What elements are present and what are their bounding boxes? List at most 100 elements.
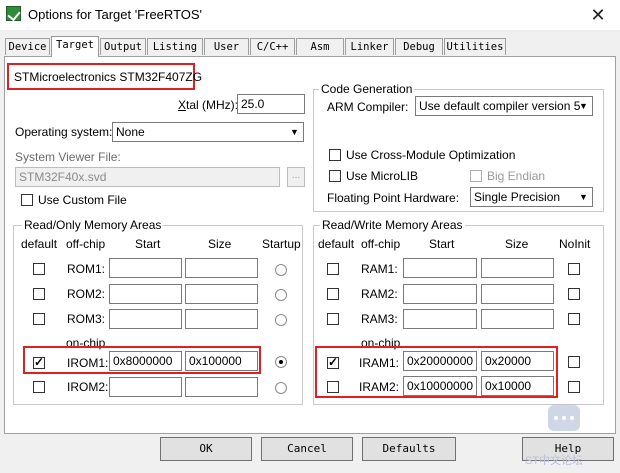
tab-c-cpp[interactable]: C/C++: [250, 38, 295, 55]
ram-header-default: default: [318, 237, 355, 251]
ram3-label: RAM3:: [361, 312, 398, 326]
close-icon[interactable]: ✕: [576, 0, 620, 30]
iram1-start-input[interactable]: 0x20000000: [403, 351, 477, 371]
iram1-size-input[interactable]: 0x20000: [481, 351, 554, 371]
defaults-button[interactable]: Defaults: [362, 437, 456, 461]
irom2-startup-radio[interactable]: [275, 382, 287, 394]
iram2-label: IRAM2:: [359, 380, 400, 394]
watermark-chat-icon: [548, 405, 580, 431]
watermark-text: ST中文论坛: [525, 455, 584, 467]
iram2-size-input[interactable]: 0x10000: [481, 376, 554, 396]
ram-header-start: Start: [429, 237, 455, 251]
rom1-default-checkbox[interactable]: [33, 263, 45, 275]
tab-listing[interactable]: Listing: [147, 38, 203, 55]
ram1-noinit-checkbox[interactable]: [568, 263, 580, 275]
tab-user[interactable]: User: [204, 38, 249, 55]
rom-title: Read/Only Memory Areas: [22, 218, 164, 232]
rom3-start-input[interactable]: [109, 309, 182, 329]
rom3-startup-radio[interactable]: [275, 314, 287, 326]
compiler-select-value: Use default compiler version 5: [419, 99, 581, 113]
ram-title: Read/Write Memory Areas: [320, 218, 465, 232]
rom3-label: ROM3:: [67, 312, 106, 326]
fp-select-value: Single Precision: [474, 190, 561, 204]
irom1-label: IROM1:: [67, 356, 109, 370]
iram1-default-checkbox[interactable]: [327, 355, 339, 369]
irom1-size-input[interactable]: 0x100000: [185, 351, 258, 371]
fp-select[interactable]: Single Precision ▼: [470, 187, 593, 207]
tab-target[interactable]: Target: [51, 36, 99, 57]
iram2-noinit-checkbox[interactable]: [568, 381, 580, 393]
ram-header-offchip: off-chip: [361, 237, 401, 251]
rom-header-offchip: off-chip: [66, 237, 106, 251]
ram2-noinit-checkbox[interactable]: [568, 288, 580, 300]
svf-label: System Viewer File:: [15, 150, 121, 164]
ram1-start-input[interactable]: [403, 258, 477, 278]
ram3-noinit-checkbox[interactable]: [568, 313, 580, 325]
iram2-default-checkbox[interactable]: [327, 381, 339, 393]
tab-output[interactable]: Output: [100, 38, 146, 55]
rom2-size-input[interactable]: [185, 284, 258, 304]
os-select-value: None: [116, 125, 145, 139]
irom2-start-input[interactable]: [109, 377, 182, 397]
ram-header-noinit: NoInit: [559, 237, 591, 251]
ram3-start-input[interactable]: [403, 309, 477, 329]
irom1-start-input[interactable]: 0x8000000: [109, 351, 182, 371]
cross-module-checkbox[interactable]: [329, 149, 341, 161]
cancel-button[interactable]: Cancel: [261, 437, 353, 461]
rom2-start-input[interactable]: [109, 284, 182, 304]
svf-browse-button: ...: [287, 167, 305, 187]
ok-button[interactable]: OK: [160, 437, 252, 461]
iram2-start-input[interactable]: 0x10000000: [403, 376, 477, 396]
chevron-down-icon: ▼: [290, 127, 299, 137]
ram3-size-input[interactable]: [481, 309, 554, 329]
rom2-default-checkbox[interactable]: [33, 288, 45, 300]
microlib-label: Use MicroLIB: [346, 169, 419, 183]
rom3-default-checkbox[interactable]: [33, 313, 45, 325]
rom1-size-input[interactable]: [185, 258, 258, 278]
rom1-start-input[interactable]: [109, 258, 182, 278]
iram1-label: IRAM1:: [359, 356, 400, 370]
tab-asm[interactable]: Asm: [296, 38, 344, 55]
tab-device[interactable]: Device: [5, 38, 50, 55]
compiler-select[interactable]: Use default compiler version 5 ▼: [415, 96, 593, 116]
irom2-size-input[interactable]: [185, 377, 258, 397]
watermark-dot: [562, 416, 566, 420]
xtal-label: Xtal (MHz):: [178, 98, 238, 112]
ram2-label: RAM2:: [361, 287, 398, 301]
big-endian-label: Big Endian: [487, 169, 546, 183]
rom2-label: ROM2:: [67, 287, 106, 301]
os-select[interactable]: None ▼: [112, 122, 304, 142]
rom-header-startup: Startup: [262, 237, 301, 251]
watermark-dot: [554, 416, 558, 420]
iram1-noinit-checkbox[interactable]: [568, 356, 580, 368]
os-label: Operating system:: [15, 125, 113, 139]
code-generation-title: Code Generation: [319, 82, 415, 96]
ram3-default-checkbox[interactable]: [327, 313, 339, 325]
ram1-size-input[interactable]: [481, 258, 554, 278]
rom2-startup-radio[interactable]: [275, 289, 287, 301]
tab-linker[interactable]: Linker: [345, 38, 394, 55]
rom1-startup-radio[interactable]: [275, 264, 287, 276]
microlib-checkbox[interactable]: [329, 170, 341, 182]
big-endian-checkbox: [470, 170, 482, 182]
xtal-input[interactable]: 25.0: [237, 94, 305, 114]
window-title: Options for Target 'FreeRTOS': [28, 7, 203, 22]
irom1-startup-radio[interactable]: [275, 356, 287, 368]
cross-module-label: Use Cross-Module Optimization: [346, 148, 516, 162]
ram2-size-input[interactable]: [481, 284, 554, 304]
tab-utilities[interactable]: Utilities: [444, 38, 506, 55]
ram2-default-checkbox[interactable]: [327, 288, 339, 300]
irom1-default-checkbox[interactable]: [33, 355, 45, 369]
rom3-size-input[interactable]: [185, 309, 258, 329]
svf-input: STM32F40x.svd: [15, 167, 280, 187]
ram-header-size: Size: [505, 237, 529, 251]
fp-label: Floating Point Hardware:: [327, 191, 460, 205]
custom-file-label: Use Custom File: [38, 193, 127, 207]
irom2-default-checkbox[interactable]: [33, 381, 45, 393]
ram1-default-checkbox[interactable]: [327, 263, 339, 275]
ram2-start-input[interactable]: [403, 284, 477, 304]
watermark-dot: [570, 416, 574, 420]
chevron-down-icon: ▼: [579, 192, 588, 202]
tab-debug[interactable]: Debug: [395, 38, 443, 55]
custom-file-checkbox[interactable]: [21, 194, 33, 206]
